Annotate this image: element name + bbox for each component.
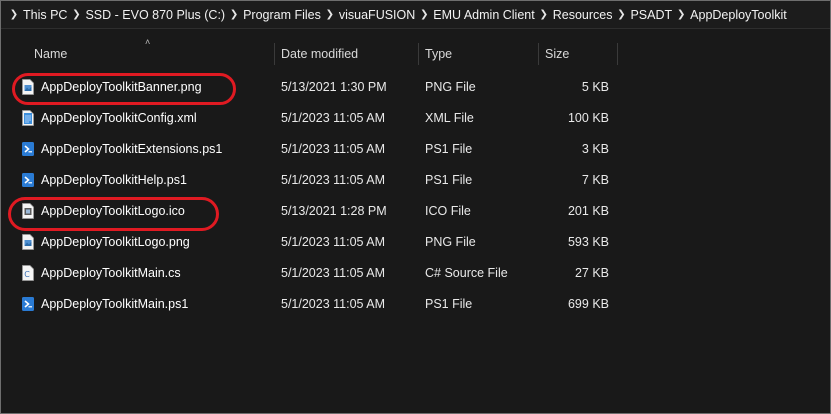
file-size: 201 KB <box>567 204 609 218</box>
file-list: AppDeployToolkitBanner.png 5/13/2021 1:30… <box>1 72 830 320</box>
file-type: ICO File <box>425 204 471 218</box>
breadcrumb-psadt[interactable]: PSADT <box>630 8 672 22</box>
file-type: PS1 File <box>425 297 473 311</box>
file-name: AppDeployToolkitMain.ps1 <box>41 297 189 311</box>
breadcrumb-emu-admin-client[interactable]: EMU Admin Client <box>433 8 534 22</box>
column-divider[interactable] <box>538 43 539 65</box>
file-row[interactable]: AppDeployToolkitBanner.png 5/13/2021 1:30… <box>1 72 830 103</box>
column-header-size[interactable]: Size <box>545 41 569 67</box>
file-date-modified: 5/1/2023 11:05 AM <box>281 111 386 125</box>
column-header-name[interactable]: Name <box>34 41 67 67</box>
file-date-modified: 5/13/2021 1:30 PM <box>281 80 387 94</box>
file-name: AppDeployToolkitHelp.ps1 <box>41 173 187 187</box>
column-header-row: Name ˄ Date modified Type Size <box>1 37 830 67</box>
column-divider[interactable] <box>274 43 275 65</box>
file-type: PNG File <box>425 80 476 94</box>
powershell-file-icon <box>21 172 35 188</box>
address-bar[interactable]: ❯ This PC ❯ SSD - EVO 870 Plus (C:) ❯ Pr… <box>1 1 830 29</box>
file-row[interactable]: C AppDeployToolkitMain.cs 5/1/2023 11:05 A… <box>1 258 830 289</box>
breadcrumb-drive[interactable]: SSD - EVO 870 Plus (C:) <box>85 8 225 22</box>
ico-file-icon <box>21 203 35 219</box>
file-type: C# Source File <box>425 266 508 280</box>
powershell-file-icon <box>21 296 35 312</box>
file-name: AppDeployToolkitExtensions.ps1 <box>41 142 223 156</box>
file-size: 7 KB <box>581 173 609 187</box>
column-divider[interactable] <box>617 43 618 65</box>
chevron-right-icon[interactable]: ❯ <box>417 9 431 20</box>
chevron-right-icon[interactable]: ❯ <box>7 9 21 20</box>
column-header-type[interactable]: Type <box>425 41 452 67</box>
column-divider[interactable] <box>418 43 419 65</box>
file-row[interactable]: AppDeployToolkitHelp.ps1 5/1/2023 11:05 A… <box>1 165 830 196</box>
file-row[interactable]: AppDeployToolkitMain.ps1 5/1/2023 11:05 A… <box>1 289 830 320</box>
breadcrumb-visuafusion[interactable]: visuaFUSION <box>339 8 415 22</box>
file-date-modified: 5/1/2023 11:05 AM <box>281 266 386 280</box>
file-type: PS1 File <box>425 173 473 187</box>
file-explorer-window: ❯ This PC ❯ SSD - EVO 870 Plus (C:) ❯ Pr… <box>0 0 831 414</box>
file-name: AppDeployToolkitBanner.png <box>41 80 202 94</box>
png-file-icon <box>21 234 35 250</box>
csharp-file-icon: C <box>21 265 35 281</box>
file-name: AppDeployToolkitMain.cs <box>41 266 181 280</box>
file-size: 5 KB <box>581 80 609 94</box>
file-row[interactable]: AppDeployToolkitExtensions.ps1 5/1/2023 1… <box>1 134 830 165</box>
breadcrumb-resources[interactable]: Resources <box>553 8 613 22</box>
file-row[interactable]: AppDeployToolkitLogo.png 5/1/2023 11:05 A… <box>1 227 830 258</box>
file-date-modified: 5/1/2023 11:05 AM <box>281 142 386 156</box>
chevron-right-icon[interactable]: ❯ <box>323 9 337 20</box>
file-date-modified: 5/1/2023 11:05 AM <box>281 235 386 249</box>
breadcrumb-program-files[interactable]: Program Files <box>243 8 321 22</box>
svg-text:C: C <box>24 270 30 279</box>
chevron-right-icon[interactable]: ❯ <box>537 9 551 20</box>
file-size: 593 KB <box>567 235 609 249</box>
chevron-right-icon[interactable]: ❯ <box>614 9 628 20</box>
file-date-modified: 5/13/2021 1:28 PM <box>281 204 387 218</box>
file-name: AppDeployToolkitConfig.xml <box>41 111 197 125</box>
file-size: 3 KB <box>581 142 609 156</box>
file-date-modified: 5/1/2023 11:05 AM <box>281 297 386 311</box>
png-file-icon <box>21 79 35 95</box>
file-name: AppDeployToolkitLogo.ico <box>41 204 185 218</box>
file-size: 100 KB <box>567 111 609 125</box>
sort-ascending-icon: ˄ <box>145 37 151 47</box>
xml-file-icon <box>21 110 35 126</box>
file-size: 699 KB <box>567 297 609 311</box>
chevron-right-icon[interactable]: ❯ <box>674 9 688 20</box>
powershell-file-icon <box>21 141 35 157</box>
file-row[interactable]: AppDeployToolkitConfig.xml 5/1/2023 11:05… <box>1 103 830 134</box>
file-type: PS1 File <box>425 142 473 156</box>
file-row[interactable]: AppDeployToolkitLogo.ico 5/13/2021 1:28 P… <box>1 196 830 227</box>
file-type: PNG File <box>425 235 476 249</box>
breadcrumb-this-pc[interactable]: This PC <box>23 8 67 22</box>
breadcrumb-appdeploytoolkit[interactable]: AppDeployToolkit <box>690 8 787 22</box>
file-date-modified: 5/1/2023 11:05 AM <box>281 173 386 187</box>
file-name: AppDeployToolkitLogo.png <box>41 235 190 249</box>
chevron-right-icon[interactable]: ❯ <box>69 9 83 20</box>
chevron-right-icon[interactable]: ❯ <box>227 9 241 20</box>
file-size: 27 KB <box>574 266 609 280</box>
file-type: XML File <box>425 111 474 125</box>
column-header-date[interactable]: Date modified <box>281 41 358 67</box>
